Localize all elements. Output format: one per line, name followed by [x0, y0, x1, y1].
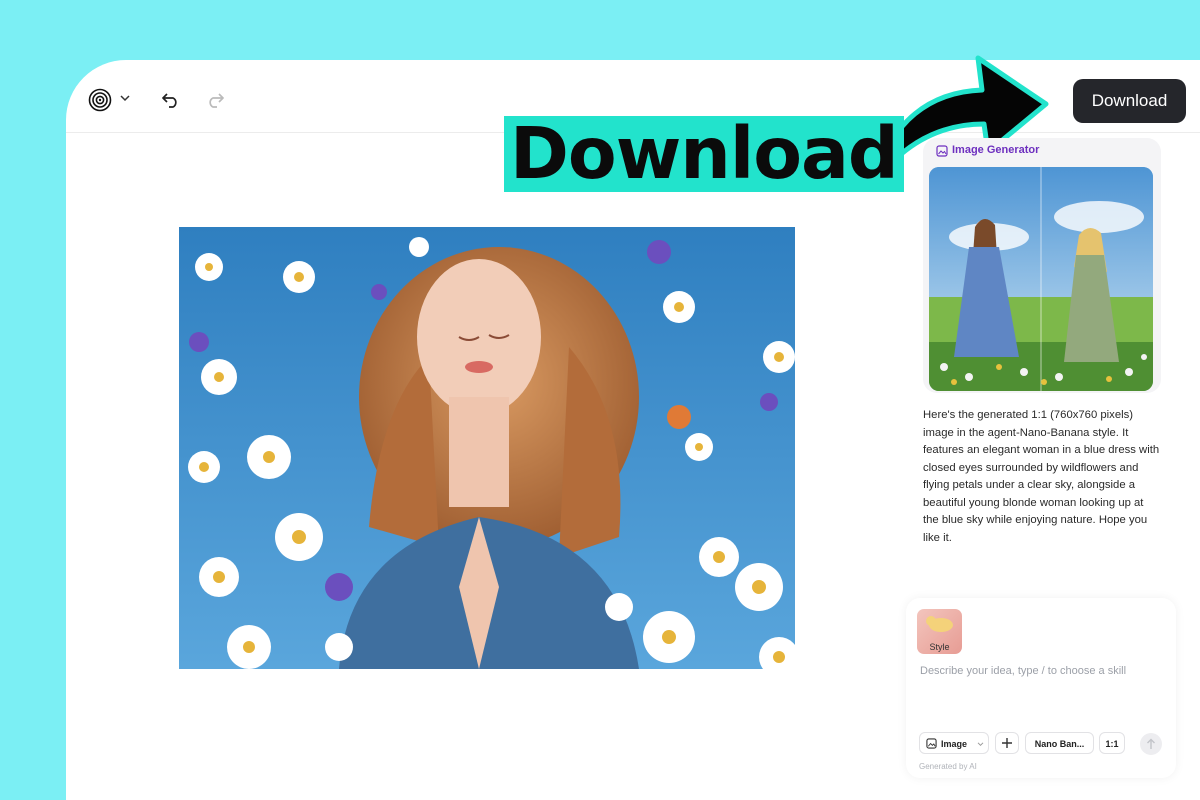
chevron-down-icon[interactable] — [120, 94, 130, 102]
download-annotation-title: Download — [504, 116, 904, 192]
style-preview-icon — [926, 616, 953, 632]
assistant-message: Here's the generated 1:1 (760x760 pixels… — [923, 409, 1160, 544]
image-icon — [936, 145, 948, 157]
ratio-selector[interactable]: 1:1 — [1099, 732, 1125, 754]
chevron-down-icon — [977, 742, 984, 747]
plus-icon — [1002, 738, 1012, 748]
image-mode-icon — [926, 738, 937, 749]
generated-image[interactable] — [929, 167, 1153, 391]
mode-selector[interactable]: Image — [919, 732, 989, 754]
two-women-in-meadow-image — [929, 167, 1153, 391]
mode-label: Image — [941, 739, 968, 749]
download-button[interactable]: Download — [1073, 79, 1186, 123]
style-label: Style — [929, 642, 950, 652]
model-selector[interactable]: Nano Ban... — [1025, 732, 1094, 754]
send-button[interactable] — [1140, 733, 1162, 755]
spiral-logo-icon[interactable] — [88, 88, 112, 112]
arrow-up-icon — [1147, 738, 1155, 749]
canvas-image[interactable] — [179, 227, 795, 669]
undo-icon[interactable] — [162, 92, 180, 108]
prompt-input[interactable]: Describe your idea, type / to choose a s… — [920, 665, 1126, 677]
tool-label: Image Generator — [952, 144, 1040, 156]
generated-by-ai-note: Generated by AI — [919, 762, 977, 771]
woman-with-daisies-image — [179, 227, 795, 669]
redo-icon — [209, 93, 224, 108]
style-thumbnail[interactable]: Style — [917, 609, 962, 654]
add-button[interactable] — [995, 732, 1019, 754]
